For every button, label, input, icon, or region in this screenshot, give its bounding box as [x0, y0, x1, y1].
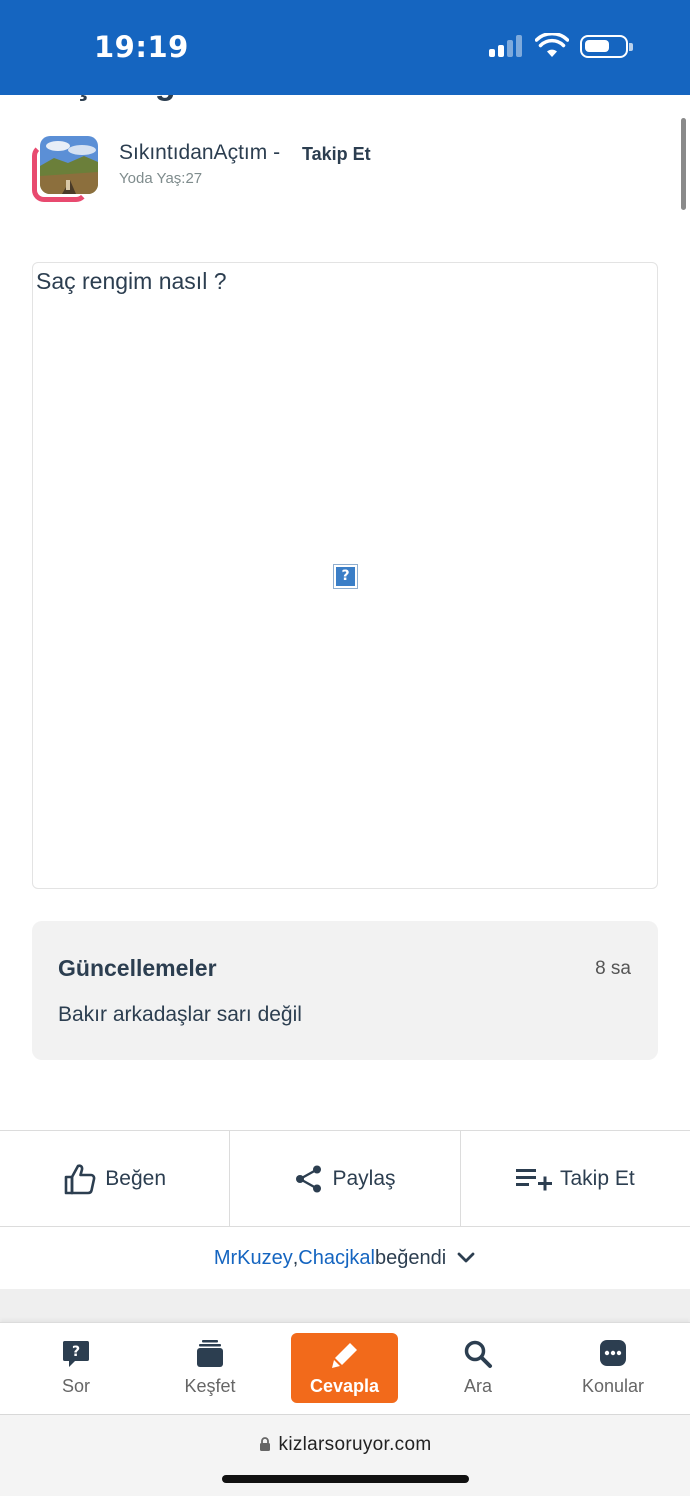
liked-suffix: beğendi	[374, 1246, 447, 1269]
post-text: Saç rengim nasıl ?	[36, 268, 227, 294]
liker-link-2[interactable]: Chacjkal	[298, 1247, 375, 1270]
updates-title: Güncellemeler	[58, 955, 217, 981]
layers-icon	[196, 1339, 224, 1374]
like-button[interactable]: Beğen	[0, 1131, 231, 1226]
wifi-icon	[534, 31, 570, 59]
author-meta: Yoda Yaş:27	[119, 170, 203, 187]
url-text: kizlarsoruyor.com	[278, 1434, 432, 1455]
lock-icon	[259, 1436, 271, 1458]
chevron-down-icon[interactable]	[456, 1247, 476, 1270]
nav-explore[interactable]: Keşfet	[155, 1323, 265, 1415]
updates-time: 8 sa	[595, 958, 631, 979]
avatar-image	[40, 136, 98, 194]
updates-box: Güncellemeler 8 sa Bakır arkadaşlar sarı…	[32, 921, 658, 1060]
url-display[interactable]: kizlarsoruyor.com	[0, 1434, 690, 1458]
author-avatar[interactable]	[32, 134, 100, 202]
status-time: 19:19	[94, 30, 189, 64]
nav-topics[interactable]: Konular	[558, 1323, 668, 1415]
nav-answer-button[interactable]: Cevapla	[291, 1333, 398, 1403]
nav-search[interactable]: Ara	[423, 1323, 533, 1415]
nav-ask-label: Sor	[61, 1376, 90, 1396]
page: 19:19 Saç rengim nasıl ?	[0, 0, 690, 1496]
updates-text: Bakır arkadaşlar sarı değil	[58, 1003, 302, 1026]
liker-link-1[interactable]: MrKuzey	[214, 1247, 293, 1270]
post-card: Saç rengim nasıl ? ?	[32, 262, 658, 889]
broken-image-icon: ?	[333, 564, 358, 589]
nav-search-label: Ara	[463, 1376, 492, 1396]
question-bubble-icon: ?	[61, 1339, 91, 1374]
battery-icon	[580, 35, 633, 58]
nav-answer-label: Cevapla	[309, 1376, 380, 1396]
more-dots-icon	[599, 1339, 627, 1372]
pencil-icon	[330, 1340, 360, 1375]
bottom-nav: ? Sor Keşfet Cevapla Ara Konular	[0, 1322, 690, 1414]
follow-question-button[interactable]: Takip Et	[461, 1131, 690, 1226]
share-label: Paylaş	[332, 1166, 396, 1190]
search-icon	[463, 1339, 493, 1374]
share-icon	[296, 1165, 322, 1192]
nav-explore-label: Keşfet	[184, 1376, 236, 1396]
status-bar: 19:19	[0, 0, 690, 95]
share-button[interactable]: Paylaş	[230, 1131, 461, 1226]
home-indicator[interactable]	[222, 1475, 469, 1483]
cellular-signal-icon	[489, 35, 527, 57]
thumbs-up-icon	[64, 1163, 96, 1194]
like-label: Beğen	[105, 1166, 167, 1190]
follow-author-link[interactable]: Takip Et	[302, 144, 371, 165]
author-name[interactable]: SıkıntıdanAçtım -	[119, 141, 280, 165]
scrollbar[interactable]	[681, 118, 686, 210]
svg-text:?: ?	[72, 1344, 80, 1360]
follow-question-label: Takip Et	[559, 1166, 635, 1190]
action-bar: Beğen Paylaş Takip Et	[0, 1130, 690, 1227]
nav-topics-label: Konular	[581, 1376, 645, 1396]
section-divider	[0, 1289, 690, 1323]
playlist-add-icon	[515, 1168, 552, 1190]
browser-address-bar[interactable]: kizlarsoruyor.com	[0, 1414, 690, 1496]
nav-ask[interactable]: ? Sor	[21, 1323, 131, 1415]
liked-by-row[interactable]: MrKuzey, Chacjkal beğendi	[0, 1227, 690, 1289]
